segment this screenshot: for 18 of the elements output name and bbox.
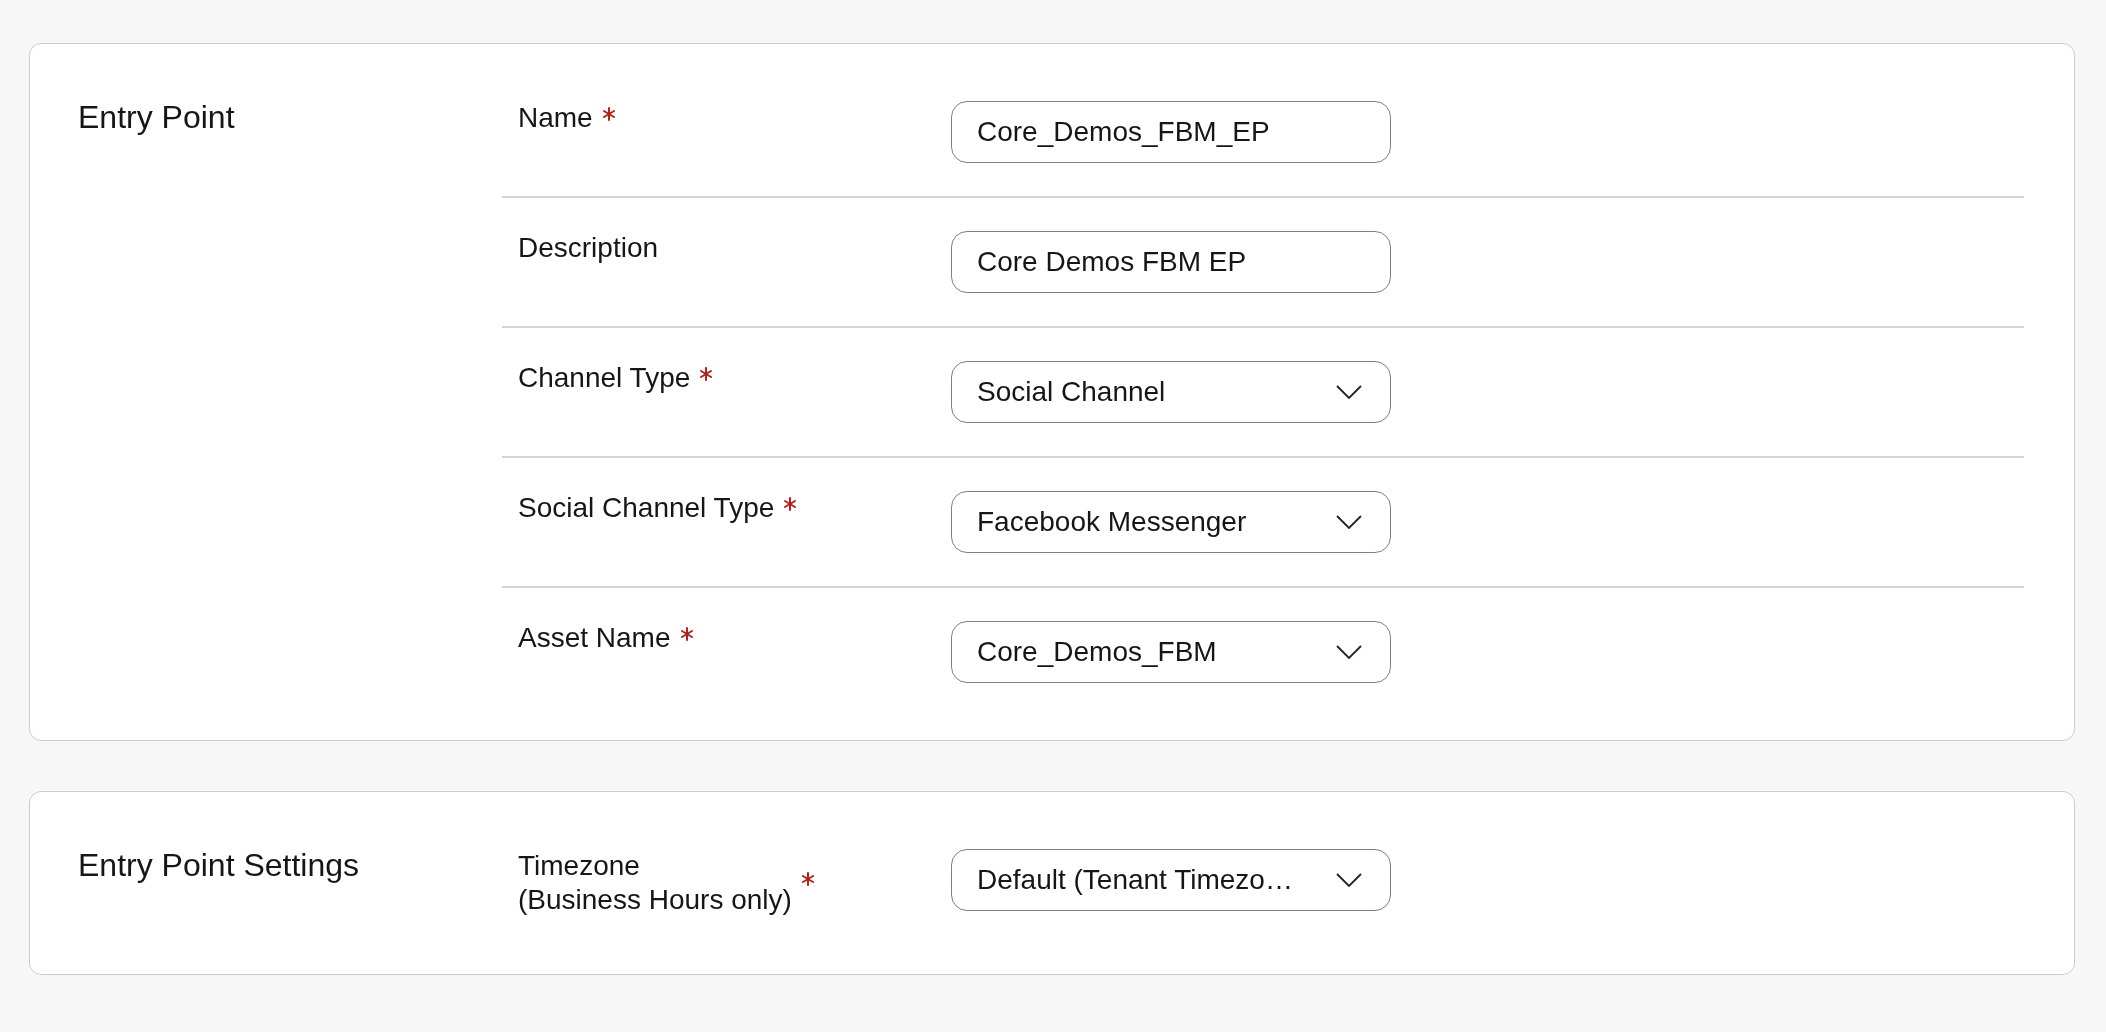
field-label: Name [518, 101, 593, 135]
chevron-icon [1336, 645, 1362, 659]
dropdown[interactable]: Core_Demos_FBM [951, 621, 1391, 683]
field-label: Asset Name [518, 621, 671, 655]
text-input[interactable]: Core_Demos_FBM_EP [951, 101, 1391, 163]
chevron-icon [1336, 515, 1362, 529]
chevron-icon [1336, 385, 1362, 399]
chevron-icon [1336, 873, 1362, 887]
dropdown[interactable]: Default (Tenant Timezo… [951, 849, 1391, 911]
section-title: Entry Point [78, 99, 235, 135]
section-title: Entry Point Settings [78, 847, 360, 883]
field-label: Social Channel Type [518, 491, 775, 525]
field-label: Timezone (Business Hours only) [518, 849, 792, 917]
dropdown[interactable]: Social Channel [951, 361, 1391, 423]
field-label: Channel Type [518, 361, 691, 395]
field-label: Description [518, 231, 659, 265]
text-input[interactable]: Core Demos FBM EP [951, 231, 1391, 293]
dropdown[interactable]: Facebook Messenger [951, 491, 1391, 553]
